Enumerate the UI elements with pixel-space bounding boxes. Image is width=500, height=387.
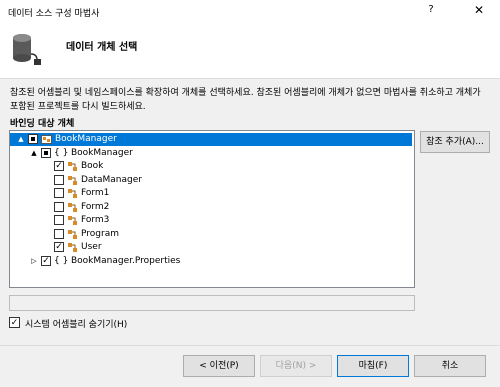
tree-node[interactable]: Program xyxy=(10,228,390,241)
title-bar: 데이터 소스 구성 마법사 ? ✕ xyxy=(0,0,500,22)
tree-node-checkbox[interactable] xyxy=(41,147,51,158)
class-icon xyxy=(67,175,78,186)
class-icon xyxy=(67,229,78,240)
class-icon xyxy=(67,202,78,213)
tree-expander-icon[interactable]: ▷ xyxy=(29,255,39,268)
page-title: 데이터 개체 선택 xyxy=(66,42,138,53)
tree-node[interactable]: ▷ ✓{ } BookManager.Properties xyxy=(10,255,390,268)
tree-node[interactable]: ▲ BookManager xyxy=(10,133,412,146)
tree-node-label: User xyxy=(81,242,102,252)
object-tree[interactable]: ▲ BookManager ▲{ } BookManager ✓ Book DataMana… xyxy=(9,130,415,288)
namespace-icon: { } xyxy=(54,255,69,266)
tree-node-label: Program xyxy=(81,228,119,239)
tree-node[interactable]: Form1 xyxy=(10,187,390,200)
class-icon xyxy=(67,188,78,199)
tree-node[interactable]: DataManager xyxy=(10,174,390,187)
tree-node-checkbox[interactable]: ✓ xyxy=(41,255,51,266)
tree-node-label: BookManager xyxy=(71,147,133,158)
hide-system-assemblies-checkbox[interactable]: ✓ xyxy=(9,317,20,328)
tree-node-checkbox[interactable]: ✓ xyxy=(54,161,64,171)
tree-node[interactable]: ✓ Book xyxy=(10,160,390,173)
project-icon xyxy=(41,134,52,145)
tree-node-label: BookManager xyxy=(55,134,117,144)
tree-node-label: DataManager xyxy=(81,174,142,185)
namespace-icon: { } xyxy=(54,147,69,158)
cancel-button[interactable]: 취소 xyxy=(414,355,486,377)
next-button[interactable]: 다음(N) > xyxy=(260,355,332,377)
tree-node-checkbox[interactable] xyxy=(54,174,64,185)
tree-node-checkbox[interactable] xyxy=(54,228,64,239)
tree-node-checkbox[interactable]: ✓ xyxy=(54,242,64,252)
tree-expander-icon[interactable]: ▲ xyxy=(16,133,26,146)
tree-node[interactable]: ▲ { } BookManager xyxy=(10,147,390,160)
window-title: 데이터 소스 구성 마법사 xyxy=(8,9,100,19)
tree-node-checkbox[interactable] xyxy=(54,215,64,225)
tree-node[interactable]: Form2 xyxy=(10,201,390,214)
hide-system-assemblies-label: 시스템 어셈블리 숨기기(H) xyxy=(25,320,128,330)
tree-node[interactable]: Form3 xyxy=(10,214,390,227)
tree-node-label: Form1 xyxy=(81,188,110,198)
wizard-header: 데이터 개체 선택 xyxy=(0,22,500,79)
finish-button[interactable]: 마침(F) xyxy=(337,355,409,377)
previous-button[interactable]: < 이전(P) xyxy=(183,355,255,377)
class-icon xyxy=(67,242,78,253)
instructions-text: 참조된 어셈블리 및 네임스페이스를 확장하여 개체를 선택하세요. 참조된 어… xyxy=(10,88,481,112)
tree-node-label: Book xyxy=(81,161,104,171)
tree-node[interactable]: ✓ User xyxy=(10,241,390,254)
binding-target-label: 바인딩 대상 개체 xyxy=(10,119,75,129)
tree-node-label: Form2 xyxy=(81,201,110,212)
tree-node-label: BookManager.Properties xyxy=(71,255,181,266)
tree-node-checkbox[interactable] xyxy=(54,201,64,212)
tree-node-label: Form3 xyxy=(81,215,110,225)
class-icon xyxy=(67,161,78,172)
tree-expander-icon[interactable]: ▲ xyxy=(29,147,39,160)
selected-object-field xyxy=(9,295,415,311)
tree-node-checkbox[interactable] xyxy=(28,134,38,144)
class-icon xyxy=(67,215,78,226)
add-reference-button[interactable]: 참조 추가(A)... xyxy=(420,131,490,153)
help-button[interactable]: ? xyxy=(424,4,438,15)
database-plug-icon xyxy=(13,34,41,65)
footer-divider xyxy=(0,345,500,346)
tree-node-checkbox[interactable] xyxy=(54,188,64,198)
close-button[interactable]: ✕ xyxy=(471,3,487,17)
